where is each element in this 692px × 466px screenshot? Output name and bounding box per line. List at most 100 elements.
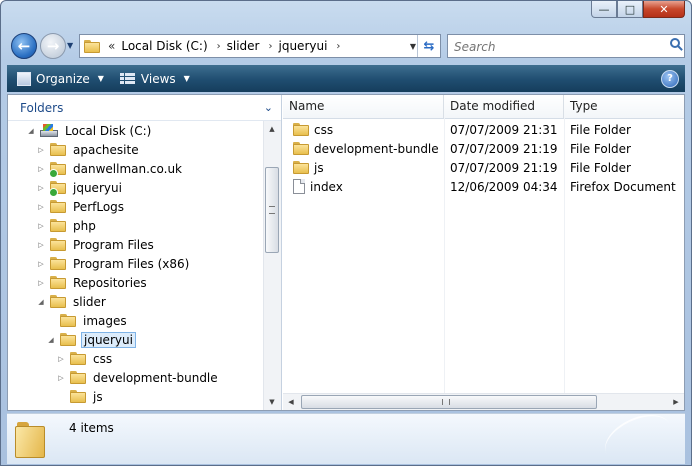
folder-icon: [50, 257, 66, 270]
search-box[interactable]: [447, 34, 685, 58]
expand-arrow-icon[interactable]: ▷: [36, 184, 46, 192]
folder-icon: [84, 39, 100, 53]
expand-arrow-icon[interactable]: ▷: [36, 241, 46, 249]
breadcrumb-jqueryui[interactable]: jqueryui: [279, 39, 328, 53]
folders-header[interactable]: Folders ⌄: [8, 95, 281, 121]
breadcrumb-separator-icon[interactable]: ›: [217, 41, 221, 52]
chevron-down-icon: ▼: [97, 74, 104, 83]
breadcrumb-separator-icon[interactable]: ›: [336, 41, 340, 52]
tree-item-label: css: [93, 351, 113, 366]
folder-icon: [60, 314, 76, 327]
breadcrumb-slider[interactable]: slider: [227, 39, 260, 53]
tree-item[interactable]: images: [46, 311, 129, 330]
minimize-button[interactable]: —: [591, 1, 617, 18]
file-list-pane: Name Date modified Type css 07/07/2009 21…: [283, 95, 684, 410]
file-row[interactable]: development-bundle 07/07/2009 21:19 File F…: [283, 139, 684, 158]
file-name: development-bundle: [314, 141, 439, 156]
chevron-down-icon[interactable]: ⌄: [264, 101, 273, 114]
file-name-cell[interactable]: js: [283, 161, 444, 175]
folder-icon: [293, 161, 309, 174]
tree-item-label: jqueryui: [73, 180, 122, 195]
address-dropdown-icon[interactable]: ▼: [410, 42, 416, 51]
tree-item[interactable]: ◢ Local Disk (C:): [26, 121, 153, 140]
collapse-arrow-icon[interactable]: ◢: [26, 127, 36, 135]
tree-item[interactable]: ◢ jqueryui: [46, 330, 136, 349]
tree-item[interactable]: ▷ apachesite: [36, 140, 141, 159]
file-name: index: [310, 179, 343, 194]
expand-arrow-icon[interactable]: ▷: [36, 260, 46, 268]
organize-button[interactable]: Organize ▼: [17, 71, 104, 86]
document-icon: [293, 179, 305, 194]
collapse-arrow-icon[interactable]: ◢: [36, 298, 46, 306]
expand-arrow-icon[interactable]: ▷: [36, 203, 46, 211]
tree-item[interactable]: ▷ Repositories: [36, 273, 149, 292]
tree-item[interactable]: ▷ php: [36, 216, 98, 235]
tree-item[interactable]: ◢ slider: [36, 292, 108, 311]
expand-arrow-icon[interactable]: ▷: [56, 374, 66, 382]
breadcrumb-local-disk[interactable]: Local Disk (C:): [121, 39, 207, 53]
tree-item[interactable]: ▷ development-bundle: [56, 368, 220, 387]
file-name-cell[interactable]: css: [283, 123, 444, 137]
file-date-cell: 07/07/2009 21:19: [450, 141, 558, 156]
scroll-left-icon[interactable]: ◀: [283, 394, 299, 410]
breadcrumb-separator-icon[interactable]: ›: [269, 41, 273, 52]
command-bar: Organize ▼ Views ▼ ?: [7, 65, 685, 92]
tree-item[interactable]: ▷ jqueryui: [36, 178, 124, 197]
tree-item-label: images: [83, 313, 127, 328]
folder-icon: [70, 390, 86, 403]
expand-arrow-icon[interactable]: ▷: [56, 355, 66, 363]
scroll-thumb[interactable]: [301, 395, 597, 409]
collapse-arrow-icon[interactable]: ◢: [46, 336, 56, 344]
views-button[interactable]: Views ▼: [119, 72, 190, 86]
column-header-name[interactable]: Name: [283, 95, 444, 118]
address-bar[interactable]: « Local Disk (C:) › slider › jqueryui › …: [79, 34, 441, 58]
expand-arrow-icon[interactable]: ▷: [36, 279, 46, 287]
expand-arrow-icon[interactable]: ▷: [36, 146, 46, 154]
tree-vertical-scrollbar[interactable]: ▲ ▼: [263, 121, 281, 410]
caption-buttons: — □ ✕: [591, 1, 685, 18]
close-button[interactable]: ✕: [643, 1, 685, 18]
tree-item-label: development-bundle: [93, 370, 218, 385]
scroll-up-icon[interactable]: ▲: [264, 121, 280, 137]
tree-item[interactable]: ▷ danwellman.co.uk: [36, 159, 184, 178]
scroll-right-icon[interactable]: ▶: [668, 394, 684, 410]
tree-item[interactable]: ▷ Program Files (x86): [36, 254, 191, 273]
forward-button[interactable]: →: [40, 33, 66, 59]
maximize-button[interactable]: □: [617, 1, 643, 18]
recent-pages-dropdown-icon[interactable]: ▼: [67, 41, 73, 50]
file-name-cell[interactable]: index: [283, 179, 444, 194]
address-overflow-chevron[interactable]: «: [108, 39, 115, 53]
help-button[interactable]: ?: [661, 70, 679, 88]
file-row[interactable]: index 12/06/2009 04:34 Firefox Document: [283, 177, 684, 196]
column-header-date-modified[interactable]: Date modified: [444, 95, 564, 118]
scroll-down-icon[interactable]: ▼: [264, 394, 280, 410]
file-horizontal-scrollbar[interactable]: ◀ ▶: [283, 393, 684, 410]
search-icon[interactable]: [670, 38, 680, 48]
back-button[interactable]: ←: [11, 33, 37, 59]
tree-item-label: PerfLogs: [73, 199, 125, 214]
expand-arrow-icon[interactable]: ▷: [36, 222, 46, 230]
tree-item[interactable]: ▷ PerfLogs: [36, 197, 126, 216]
file-name-cell[interactable]: development-bundle: [283, 142, 444, 156]
large-folder-icon: [15, 420, 47, 458]
file-row[interactable]: js 07/07/2009 21:19 File Folder: [283, 158, 684, 177]
tree-item[interactable]: js: [56, 387, 105, 406]
file-type-cell: Firefox Document: [570, 179, 676, 194]
drive-icon: [40, 123, 58, 138]
scroll-thumb[interactable]: [265, 167, 279, 253]
folder-icon: [60, 333, 76, 346]
search-input[interactable]: [452, 36, 656, 58]
expand-arrow-icon[interactable]: ▷: [36, 165, 46, 173]
tree-item[interactable]: ▷ css: [56, 349, 114, 368]
file-date-cell: 12/06/2009 04:34: [450, 179, 558, 194]
navigation-bar: ← → ▼ « Local Disk (C:) › slider › jquer…: [9, 31, 685, 61]
file-type-cell: File Folder: [570, 141, 631, 156]
file-row[interactable]: css 07/07/2009 21:31 File Folder: [283, 120, 684, 139]
folder-icon: [293, 123, 309, 136]
folder-icon: [50, 238, 66, 251]
folder-icon: [50, 200, 66, 213]
tree-item[interactable]: ▷ Program Files: [36, 235, 156, 254]
refresh-button[interactable]: ⇆: [417, 35, 440, 57]
tree-item-label: slider: [73, 294, 106, 309]
column-header-type[interactable]: Type: [564, 95, 680, 118]
